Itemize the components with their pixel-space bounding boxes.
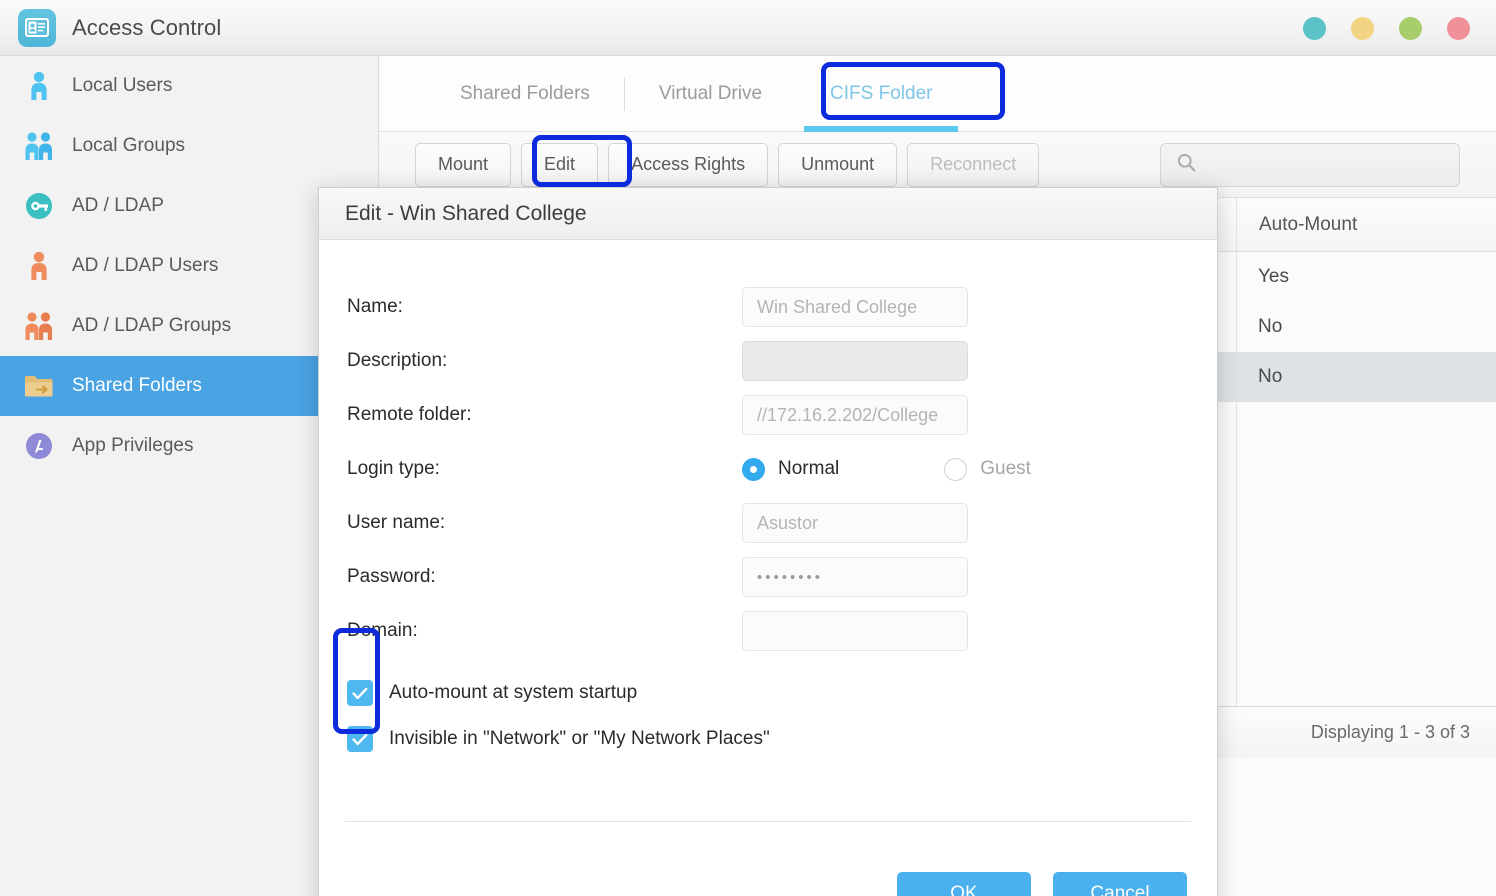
form-row-user-name: User name: Asustor	[319, 496, 1217, 550]
domain-field[interactable]	[742, 611, 968, 651]
users-orange-icon	[22, 309, 56, 343]
search-icon	[1177, 153, 1196, 177]
invisible-checkbox[interactable]	[347, 726, 373, 752]
window-dot-green[interactable]	[1399, 17, 1422, 40]
form-row-password: Password: ••••••••	[319, 550, 1217, 604]
form-row-name: Name: Win Shared College	[319, 280, 1217, 334]
tab-shared-folders[interactable]: Shared Folders	[426, 56, 624, 132]
sidebar-item-label: Local Users	[72, 75, 173, 96]
button-label: Edit	[544, 154, 576, 174]
user-name-label: User name:	[347, 512, 446, 533]
remote-folder-label: Remote folder:	[347, 404, 472, 425]
window-dot-yellow[interactable]	[1351, 17, 1374, 40]
button-label: Mount	[438, 154, 489, 174]
tab-label: CIFS Folder	[830, 82, 933, 104]
button-label: OK	[950, 883, 978, 896]
window-titlebar: Access Control	[0, 0, 1496, 56]
form-row-remote-folder: Remote folder: //172.16.2.202/College	[319, 388, 1217, 442]
form-row-domain: Domain:	[319, 604, 1217, 658]
sidebar-item-label: App Privileges	[72, 435, 194, 456]
form-row-login-type: Login type: Normal Guest	[319, 442, 1217, 496]
sidebar-item-label: Shared Folders	[72, 375, 202, 396]
login-type-radio-group: Normal Guest	[742, 457, 1031, 481]
name-field[interactable]: Win Shared College	[742, 287, 968, 327]
table-cell-auto-mount: Yes	[1258, 266, 1289, 287]
app-privileges-icon	[22, 429, 56, 463]
password-field[interactable]: ••••••••	[742, 557, 968, 597]
invisible-checkbox-label: Invisible in "Network" or "My Network Pl…	[389, 728, 770, 749]
dialog-checkbox-group: Auto-mount at system startup Invisible i…	[319, 670, 1217, 762]
edit-button[interactable]: Edit	[521, 142, 599, 187]
window-dot-red[interactable]	[1447, 17, 1470, 40]
sidebar-item-label: AD / LDAP Users	[72, 255, 219, 276]
password-value: ••••••••	[757, 568, 824, 586]
id-card-icon	[18, 8, 56, 47]
column-label: Auto-Mount	[1259, 213, 1358, 235]
dialog-body: Name: Win Shared College Description: Re…	[319, 240, 1217, 762]
button-label: Unmount	[801, 154, 875, 174]
auto-mount-checkbox-label: Auto-mount at system startup	[389, 682, 638, 703]
table-cell-auto-mount: No	[1258, 316, 1283, 337]
users-icon	[22, 129, 56, 163]
login-type-label: Login type:	[347, 458, 440, 479]
button-label: Cancel	[1090, 883, 1150, 896]
tab-label: Virtual Drive	[658, 82, 763, 104]
radio-normal[interactable]: Normal	[742, 457, 840, 481]
displaying-count: Displaying 1 - 3 of 3	[1310, 722, 1470, 742]
radio-normal-dot	[742, 457, 765, 481]
window-title: Access Control	[72, 14, 222, 40]
sidebar-item-label: Local Groups	[72, 135, 186, 156]
checkbox-row-auto-mount[interactable]: Auto-mount at system startup	[347, 670, 1217, 716]
access-rights-button[interactable]: Access Rights	[608, 142, 769, 187]
tab-virtual-drive[interactable]: Virtual Drive	[625, 56, 796, 132]
button-label: Reconnect	[930, 154, 1017, 174]
form-row-description: Description:	[319, 334, 1217, 388]
user-icon	[22, 69, 56, 103]
table-header-auto-mount[interactable]: Auto-Mount	[1236, 197, 1476, 252]
unmount-button[interactable]: Unmount	[778, 142, 898, 187]
user-name-field[interactable]: Asustor	[742, 503, 968, 543]
dialog-title-text: Edit - Win Shared College	[345, 201, 587, 225]
radio-guest-dot	[944, 457, 968, 481]
remote-folder-field[interactable]: //172.16.2.202/College	[742, 395, 968, 435]
sidebar-item-label: AD / LDAP Groups	[72, 315, 232, 336]
checkbox-row-invisible[interactable]: Invisible in "Network" or "My Network Pl…	[347, 716, 1217, 762]
key-icon	[22, 189, 56, 223]
dialog-title: Edit - Win Shared College	[319, 188, 1217, 240]
button-label: Access Rights	[631, 154, 746, 174]
radio-normal-label: Normal	[778, 458, 840, 479]
user-orange-icon	[22, 249, 56, 283]
radio-guest-label: Guest	[980, 458, 1031, 479]
window-controls	[1303, 17, 1470, 40]
edit-cifs-folder-dialog: Edit - Win Shared College Name: Win Shar…	[318, 187, 1218, 896]
sidebar-item-label: AD / LDAP	[72, 195, 164, 216]
name-label: Name:	[347, 296, 403, 317]
domain-label: Domain:	[347, 620, 418, 641]
radio-guest[interactable]: Guest	[944, 457, 1031, 481]
tab-label: Shared Folders	[460, 82, 590, 104]
table-column-separator	[1236, 198, 1237, 758]
mount-button[interactable]: Mount	[415, 142, 512, 187]
auto-mount-checkbox[interactable]	[347, 680, 373, 706]
cancel-button[interactable]: Cancel	[1053, 872, 1187, 896]
remote-folder-value: //172.16.2.202/College	[757, 404, 939, 425]
tab-cifs-folder[interactable]: CIFS Folder	[796, 56, 966, 132]
access-control-window: Access Control Local Users Local Groups …	[0, 0, 1496, 896]
search-input[interactable]	[1160, 143, 1460, 187]
tab-bar: Shared Folders Virtual Drive CIFS Folder	[380, 56, 1496, 132]
reconnect-button: Reconnect	[907, 142, 1040, 187]
description-field[interactable]	[742, 341, 968, 381]
sidebar-item-local-groups[interactable]: Local Groups	[0, 116, 378, 176]
window-dot-teal[interactable]	[1303, 17, 1326, 40]
name-value: Win Shared College	[757, 296, 918, 317]
folder-icon	[22, 369, 56, 403]
description-label: Description:	[347, 350, 448, 371]
ok-button[interactable]: OK	[897, 872, 1031, 896]
password-label: Password:	[347, 566, 436, 587]
dialog-actions: OK Cancel	[897, 872, 1187, 896]
table-cell-auto-mount: No	[1258, 366, 1283, 387]
user-name-value: Asustor	[757, 512, 819, 533]
sidebar-item-local-users[interactable]: Local Users	[0, 56, 378, 116]
dialog-separator	[345, 821, 1191, 822]
